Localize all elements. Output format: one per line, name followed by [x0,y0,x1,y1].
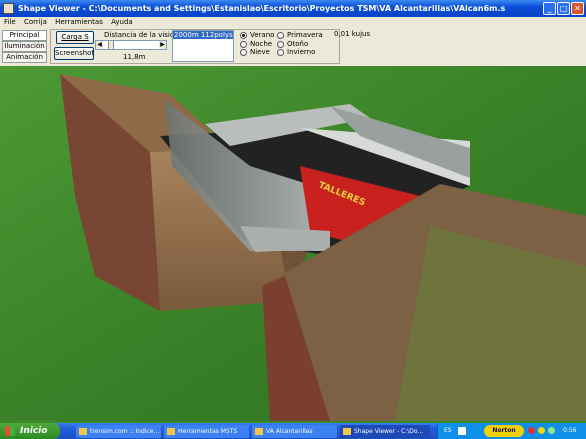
radio-icon [240,31,247,39]
shape-viewer-icon [343,428,351,435]
tab-principal[interactable]: Principal [2,30,47,41]
radio-icon [240,48,247,56]
radio-nieve[interactable]: Nieve [240,48,270,56]
radio-icon [277,40,284,48]
stats-label: 0,01 kujus [334,30,371,38]
radio-primavera[interactable]: Primavera [277,31,323,39]
taskbar-item-alcantarillas[interactable]: VA Alcantarillas [252,425,337,438]
browser-icon [79,428,87,435]
windows-logo-icon [5,426,15,436]
radio-icon [240,40,247,48]
tab-animacion[interactable]: Animación [2,52,47,63]
minimize-button[interactable]: _ [543,2,556,15]
slider-left-arrow-icon[interactable]: ◀ [96,41,103,49]
load-shape-button[interactable]: Carga S [56,31,94,44]
scene-render: TALLERES [0,66,586,421]
radio-invierno[interactable]: Invierno [277,48,315,56]
taskbar: Inicio trensim.com :: Indice... Herramie… [0,423,586,439]
folder-icon [255,428,263,435]
menu-file[interactable]: File [4,18,16,26]
screenshot-button[interactable]: Screenshot [54,47,94,60]
menu-herramientas[interactable]: Herramientas [55,18,103,26]
radio-icon [277,31,284,39]
view-distance-slider[interactable]: ◀ ▶ [95,40,167,50]
system-tray: ES Norton 0:56 [437,423,586,439]
security-icon[interactable] [528,427,535,434]
radio-noche[interactable]: Noche [240,40,272,48]
volume-icon[interactable] [548,427,555,434]
help-icon[interactable] [458,427,466,435]
view-distance-value: 11,8m [123,53,146,61]
title-bar: Shape Viewer - C:\Documents and Settings… [0,0,586,17]
lod-list-item[interactable]: 2000m 112polys [173,31,233,39]
folder-icon [167,428,175,435]
network-icon[interactable] [538,427,545,434]
radio-verano[interactable]: Verano [240,31,274,39]
radio-otono[interactable]: Otoño [277,40,308,48]
clock: 0:56 [563,427,577,434]
tab-iluminacion[interactable]: Iluminación [2,41,47,52]
start-button[interactable]: Inicio [0,423,60,439]
slider-thumb[interactable] [108,41,114,49]
norton-button[interactable]: Norton [484,425,524,437]
window-title: Shape Viewer - C:\Documents and Settings… [18,4,506,13]
taskbar-item-shape-viewer[interactable]: Shape Viewer - C:\Do... [340,425,430,438]
lod-listbox[interactable]: 2000m 112polys [172,30,234,62]
menu-corrija[interactable]: Corrija [24,18,47,26]
view-distance-label: Distancia de la visión [104,31,179,39]
slider-right-arrow-icon[interactable]: ▶ [159,41,166,49]
3d-viewport[interactable]: TALLERES [0,66,586,421]
radio-icon [277,48,284,56]
app-icon [3,3,14,14]
taskbar-item-herramientas[interactable]: Herramientas MSTS [164,425,249,438]
close-button[interactable]: ✕ [571,2,584,15]
language-indicator[interactable]: ES [444,423,452,439]
maximize-button[interactable]: □ [557,2,570,15]
menu-ayuda[interactable]: Ayuda [111,18,133,26]
menu-bar: File Corrija Herramientas Ayuda [0,17,586,28]
taskbar-item-browser[interactable]: trensim.com :: Indice... [76,425,161,438]
